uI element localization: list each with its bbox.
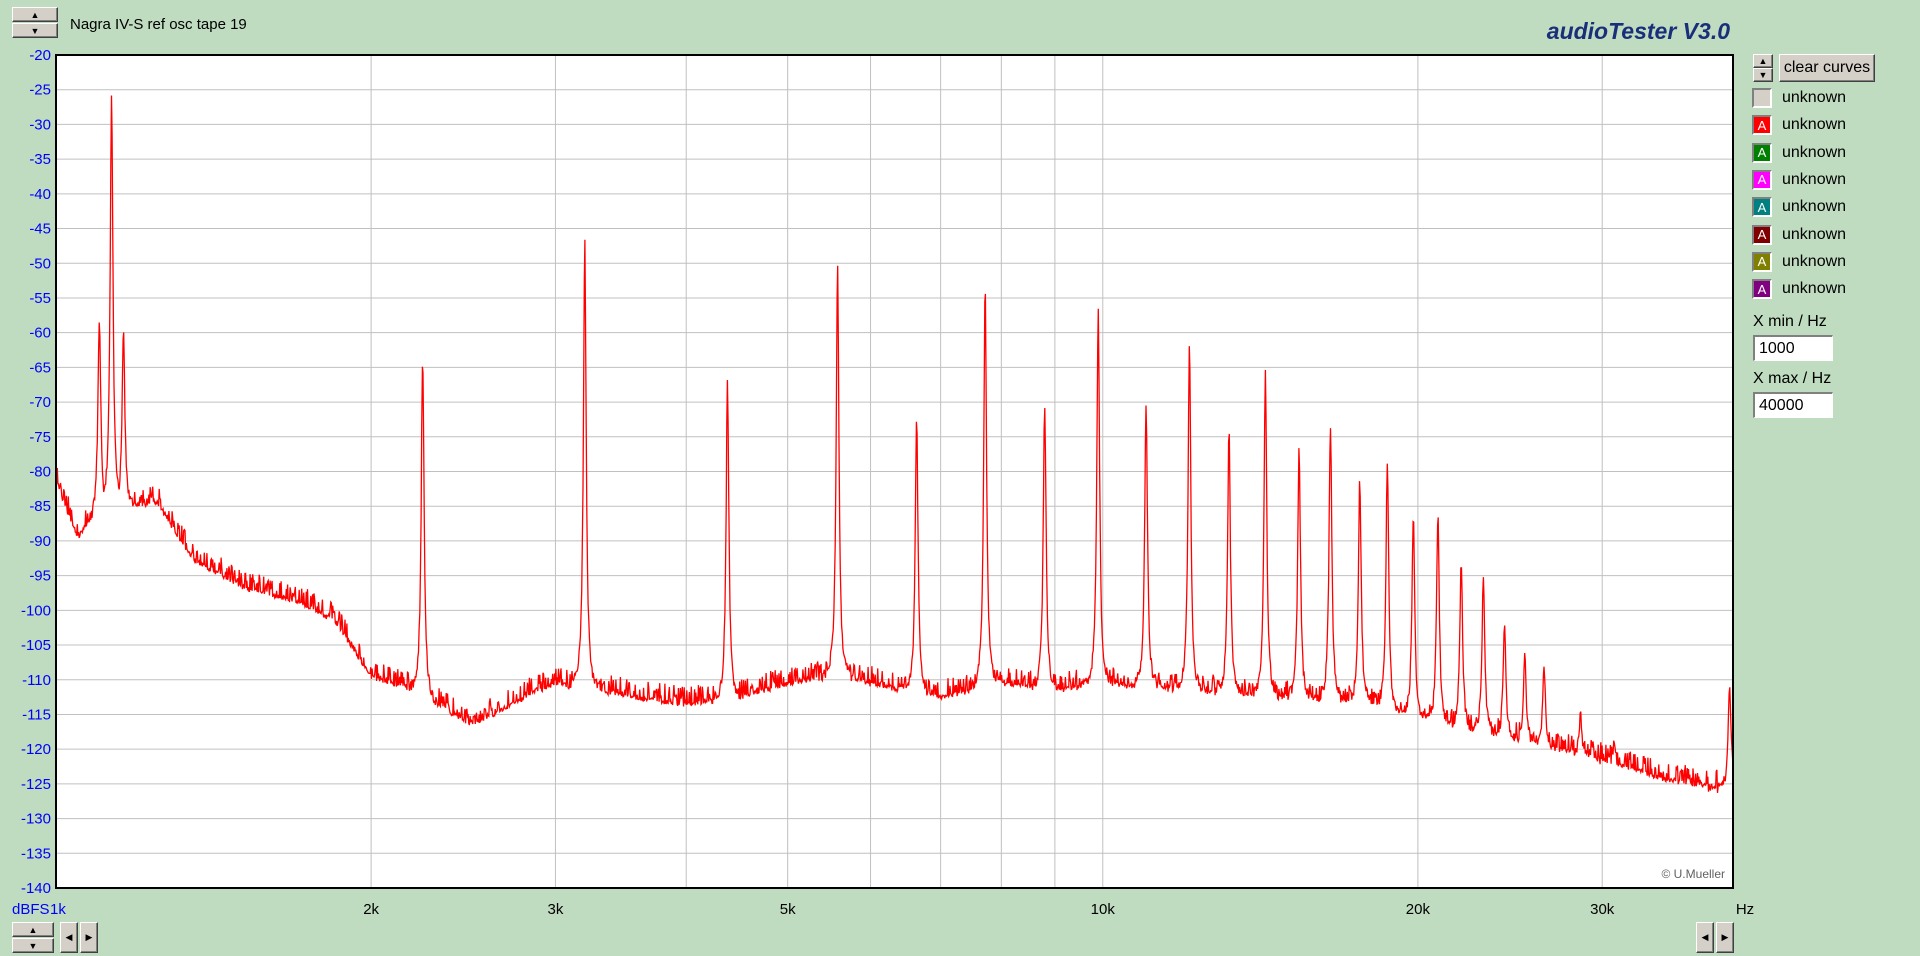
xmax-scroll-right-button[interactable]: ▶ (1716, 922, 1734, 953)
y-tick-label: -130 (21, 811, 51, 828)
legend-swatch-mark: A (1757, 199, 1767, 215)
legend-item[interactable]: Aunknown (1752, 196, 1846, 218)
xmax-scroll-left-button[interactable]: ◀ (1696, 922, 1714, 953)
y-tick-label: -35 (29, 151, 51, 168)
legend-color-swatch[interactable]: A (1752, 197, 1772, 218)
x-tick-label: Hz (1736, 901, 1754, 918)
legend-swatch-mark: A (1757, 254, 1767, 270)
clear-curves-button[interactable]: clear curves (1779, 54, 1875, 82)
legend-item-label: unknown (1782, 280, 1847, 298)
y-tick-label: -115 (22, 706, 51, 723)
legend-item[interactable]: Aunknown (1752, 114, 1846, 136)
y-tick-label: -25 (29, 82, 51, 99)
legend-color-swatch[interactable]: A (1752, 115, 1772, 136)
y-tick-label: -135 (21, 845, 51, 862)
legend-swatch-mark: A (1757, 117, 1767, 133)
legend-item-label: unknown (1782, 252, 1847, 270)
legend-color-swatch[interactable]: A (1752, 224, 1772, 245)
y-tick-label: -70 (29, 394, 51, 411)
legend-item-label: unknown (1782, 143, 1847, 161)
y-tick-label: -50 (29, 255, 51, 272)
y-tick-label: -20 (29, 47, 51, 64)
y-tick-label: -140 (21, 880, 51, 897)
y-tick-label: -65 (29, 359, 51, 376)
y-tick-label: -80 (29, 464, 51, 481)
legend-swatch-mark: A (1757, 281, 1767, 297)
y-tick-label: -40 (29, 186, 51, 203)
watermark-text: © U.Mueller (1661, 867, 1725, 881)
legend-color-swatch[interactable]: A (1752, 169, 1772, 190)
legend-color-swatch[interactable]: A (1752, 279, 1772, 300)
y-tick-label: -105 (21, 637, 51, 654)
y-tick-label: -100 (21, 602, 51, 619)
legend-item[interactable]: Aunknown (1752, 142, 1846, 164)
y-tick-label: -60 (29, 325, 51, 342)
x-tick-label: 5k (780, 901, 796, 918)
legend-item[interactable]: unknown (1752, 87, 1846, 109)
y-tick-label: -45 (29, 221, 51, 238)
xmax-input[interactable] (1753, 392, 1833, 418)
y-tick-label: -110 (22, 672, 51, 689)
legend-item[interactable]: Aunknown (1752, 224, 1846, 246)
x-tick-label: 3k (548, 901, 564, 918)
x-tick-label: 10k (1091, 901, 1116, 918)
y-tick-label: -30 (29, 116, 51, 133)
xmin-input[interactable] (1753, 335, 1833, 361)
legend-item-label: unknown (1782, 170, 1847, 188)
legend-item-label: unknown (1782, 198, 1847, 216)
x-tick-label: 30k (1590, 901, 1615, 918)
spectrum-chart: -20 -25 -30 -35 -40 -45 -50 -55 -60 -65 -70 -75 -80 -… (12, 47, 1754, 918)
legend-swatch-mark: A (1757, 145, 1767, 161)
legend-color-swatch[interactable]: A (1752, 251, 1772, 272)
legend-item-label: unknown (1782, 89, 1847, 106)
y-tick-label: -55 (29, 290, 51, 307)
scroll-right-button[interactable]: ▶ (80, 922, 98, 953)
y-tick-label: -120 (21, 741, 51, 758)
legend-item-label: unknown (1782, 225, 1847, 243)
y-spin-up-button[interactable]: ▲ (12, 922, 54, 937)
xmin-label: X min / Hz (1753, 313, 1827, 330)
y-unit-label: dBFS (12, 901, 50, 918)
y-tick-label: -95 (29, 568, 51, 585)
legend-item[interactable]: Aunknown (1752, 169, 1846, 191)
legend-item[interactable]: Aunknown (1752, 278, 1846, 300)
xmax-label: X max / Hz (1753, 370, 1832, 387)
y-tick-label: -90 (29, 533, 51, 550)
x-tick-label: 2k (363, 901, 379, 918)
y-tick-label: -75 (29, 429, 51, 446)
x-tick-label: 1k (50, 901, 66, 918)
y-tick-label: -125 (21, 776, 51, 793)
y-spin-down-button[interactable]: ▼ (12, 938, 54, 953)
legend-swatch-mark: A (1757, 172, 1767, 188)
legend-item[interactable]: Aunknown (1752, 251, 1846, 273)
y-tick-label: -85 (29, 498, 51, 515)
x-tick-label: 20k (1406, 901, 1431, 918)
curve-spin-down-button[interactable]: ▼ (1753, 68, 1773, 82)
legend-swatch-mark: A (1757, 227, 1767, 242)
curve-spin-up-button[interactable]: ▲ (1753, 54, 1773, 68)
legend-item-label: unknown (1782, 116, 1847, 134)
legend-color-swatch[interactable] (1752, 88, 1772, 108)
legend-color-swatch[interactable]: A (1752, 142, 1772, 163)
scroll-left-button[interactable]: ◀ (60, 922, 78, 953)
